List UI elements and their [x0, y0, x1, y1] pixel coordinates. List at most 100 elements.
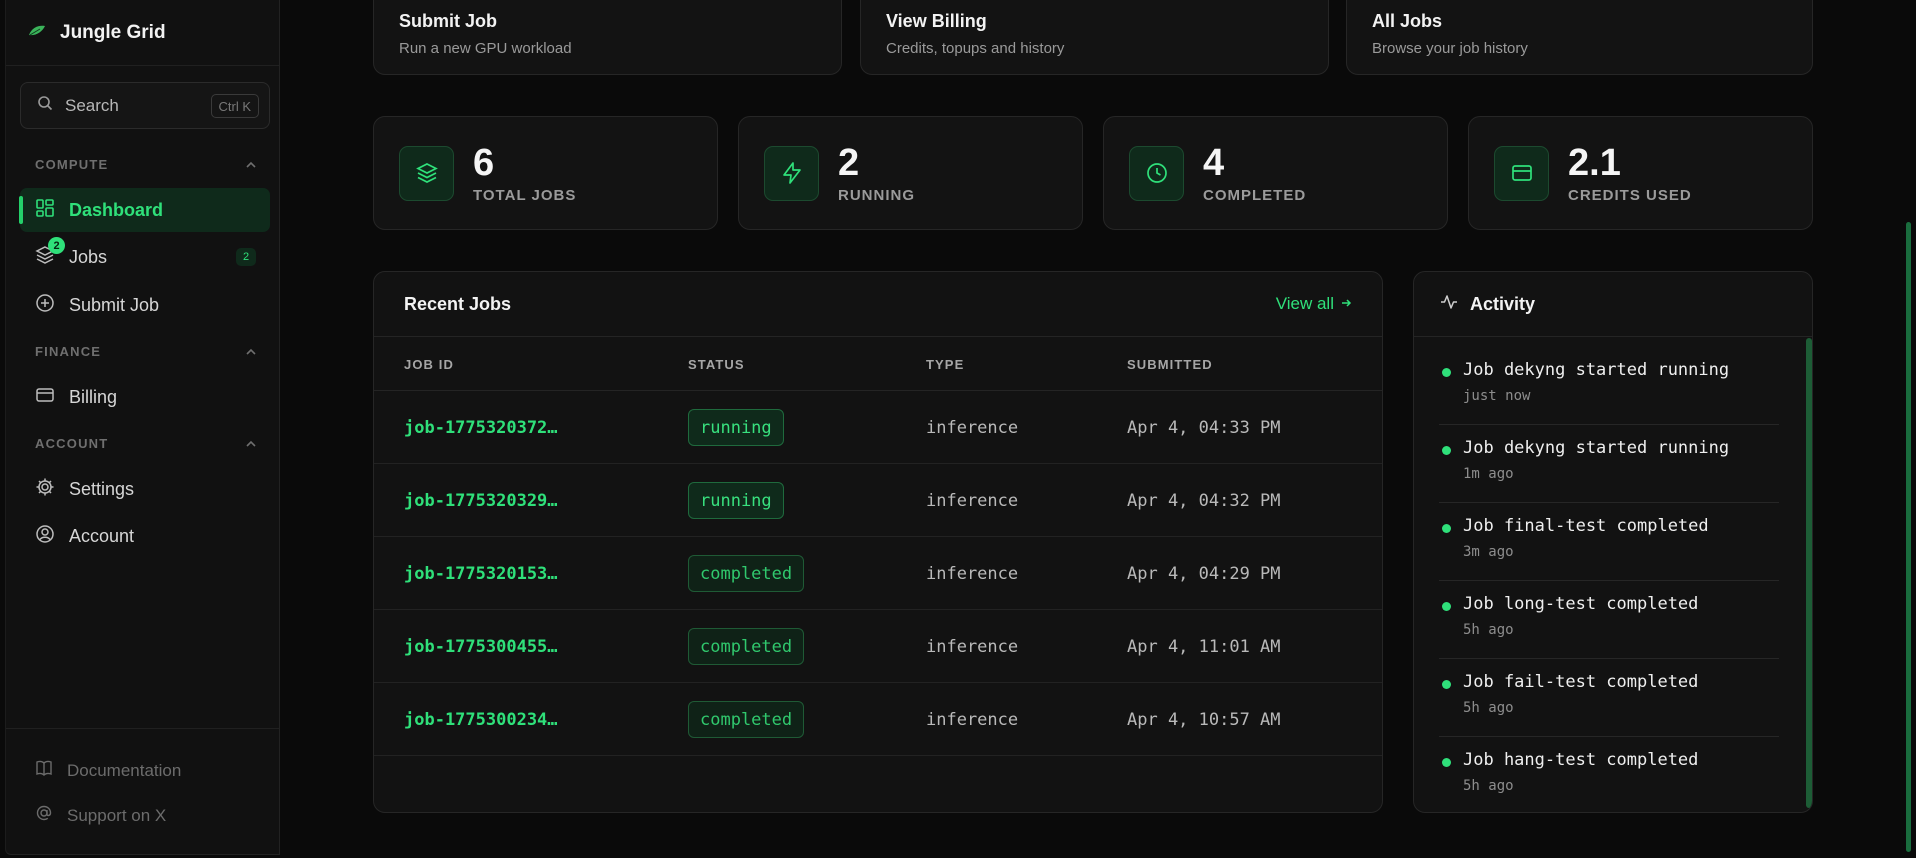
column-header[interactable]: TYPE [926, 357, 964, 372]
section-title: COMPUTE [35, 157, 109, 172]
book-icon [35, 759, 53, 782]
leaf-logo-icon [28, 24, 46, 42]
job-submitted: Apr 4, 04:32 PM [1127, 491, 1281, 511]
quick-action-subtitle: Browse your job history [1372, 40, 1528, 57]
brand[interactable]: Jungle Grid [6, 0, 279, 66]
job-type: inference [926, 418, 1019, 438]
activity-text: Job final-test completed [1463, 516, 1709, 536]
job-submitted: Apr 4, 11:01 AM [1127, 637, 1281, 657]
activity-time: 1m ago [1463, 466, 1514, 482]
section-title: FINANCE [35, 344, 102, 359]
table-row[interactable]: job-1775300234… completed inference Apr … [374, 683, 1382, 756]
clock-icon [1129, 145, 1184, 201]
activity-time: 5h ago [1463, 622, 1514, 638]
status-badge: completed [688, 628, 805, 665]
status-dot [1442, 446, 1451, 455]
recent-jobs-header: Recent Jobs View all [374, 272, 1382, 337]
sidebar-item-label: Billing [69, 386, 118, 407]
activity-text: Job hang-test completed [1463, 750, 1699, 770]
table-row[interactable]: job-1775320372… running inference Apr 4,… [374, 391, 1382, 464]
sidebar-item-label: Dashboard [69, 199, 164, 220]
sidebar-item-submit-job[interactable]: Submit Job [20, 283, 270, 327]
sidebar-footer: Documentation Support on X [6, 728, 279, 825]
activity-time: 3m ago [1463, 544, 1514, 560]
stat-label: RUNNING [838, 186, 915, 204]
activity-text: Job long-test completed [1463, 594, 1699, 614]
job-submitted: Apr 4, 10:57 AM [1127, 710, 1281, 730]
sidebar-item-label: Submit Job [69, 294, 160, 315]
jobs-count-badge: 2 [236, 248, 256, 266]
sidebar-item-dashboard[interactable]: Dashboard [19, 188, 270, 232]
section-title: ACCOUNT [35, 436, 109, 451]
documentation-link[interactable]: Documentation [35, 759, 181, 782]
plus-circle-icon [35, 293, 55, 318]
job-submitted: Apr 4, 04:33 PM [1127, 418, 1281, 438]
card-icon [1494, 145, 1549, 201]
quick-action-subtitle: Run a new GPU workload [399, 40, 572, 57]
job-id-link[interactable]: job-1775320329… [404, 491, 558, 511]
column-header[interactable]: JOB ID [404, 357, 454, 372]
table-row[interactable]: job-1775320153… completed inference Apr … [374, 537, 1382, 610]
stat-label: TOTAL JOBS [473, 186, 577, 204]
support-on-x-link[interactable]: Support on X [35, 804, 166, 827]
documentation-label: Documentation [67, 760, 182, 780]
search-input[interactable]: Search Ctrl K [20, 82, 270, 129]
job-type: inference [926, 564, 1019, 584]
activity-item: Job long-test completed 5h ago [1439, 581, 1779, 659]
activity-scrollbar[interactable] [1806, 338, 1812, 808]
activity-item: Job fail-test completed 5h ago [1439, 659, 1779, 737]
column-header[interactable]: STATUS [688, 357, 745, 372]
jobs-notification-badge: 2 [48, 237, 65, 254]
view-all-label: View all [1275, 294, 1334, 313]
stat-value: 2 [838, 141, 860, 184]
section-compute[interactable]: COMPUTE [35, 157, 257, 172]
sidebar-item-label: Account [69, 525, 135, 546]
stat-value: 2.1 [1568, 141, 1621, 184]
quick-action-title: View Billing [886, 11, 987, 31]
section-account[interactable]: ACCOUNT [35, 436, 257, 451]
chevron-up-icon [245, 344, 257, 359]
table-row[interactable]: job-1775320329… running inference Apr 4,… [374, 464, 1382, 537]
job-id-link[interactable]: job-1775300234… [404, 710, 558, 730]
dashboard-icon [35, 198, 55, 223]
table-row[interactable]: job-1775300455… completed inference Apr … [374, 610, 1382, 683]
sidebar-item-jobs[interactable]: 2 Jobs 2 [20, 235, 270, 279]
table-header: JOB ID STATUS TYPE SUBMITTED [374, 337, 1382, 391]
user-circle-icon [35, 524, 55, 549]
activity-header: Activity [1414, 272, 1812, 337]
quick-action-title: All Jobs [1372, 11, 1443, 31]
activity-text: Job fail-test completed [1463, 672, 1699, 692]
chevron-up-icon [245, 436, 257, 451]
sidebar-item-settings[interactable]: Settings [20, 467, 270, 511]
sidebar-item-billing[interactable]: Billing [20, 375, 270, 419]
stat-value: 6 [473, 141, 495, 184]
job-submitted: Apr 4, 04:29 PM [1127, 564, 1281, 584]
sidebar-item-account[interactable]: Account [20, 514, 270, 558]
quick-action-title: Submit Job [399, 11, 497, 31]
stat-card-running: 2 RUNNING [738, 116, 1083, 230]
panel-title: Activity [1470, 293, 1536, 314]
quick-action-submit-job[interactable]: Submit Job Run a new GPU workload [373, 0, 842, 75]
view-all-link[interactable]: View all [1276, 294, 1352, 314]
page-scrollbar[interactable] [1906, 222, 1911, 852]
activity-item: Job final-test completed 3m ago [1439, 503, 1779, 581]
job-id-link[interactable]: job-1775320153… [404, 564, 558, 584]
sidebar-item-label: Jobs [69, 246, 108, 267]
activity-time: 5h ago [1463, 778, 1514, 794]
quick-action-all-jobs[interactable]: All Jobs Browse your job history [1346, 0, 1813, 75]
column-header[interactable]: SUBMITTED [1127, 357, 1213, 372]
status-dot [1442, 758, 1451, 767]
stat-label: CREDITS USED [1568, 186, 1692, 204]
stat-value: 4 [1203, 141, 1225, 184]
panel-title: Recent Jobs [404, 293, 512, 314]
section-finance[interactable]: FINANCE [35, 344, 257, 359]
quick-action-view-billing[interactable]: View Billing Credits, topups and history [860, 0, 1329, 75]
stat-card-credits-used: 2.1 CREDITS USED [1468, 116, 1813, 230]
status-badge: running [688, 409, 784, 446]
search-shortcut: Ctrl K [210, 94, 259, 118]
gear-icon [35, 477, 55, 502]
job-id-link[interactable]: job-1775320372… [404, 418, 558, 438]
at-icon [35, 804, 53, 827]
activity-item: Job dekyng started running just now [1439, 347, 1779, 425]
job-id-link[interactable]: job-1775300455… [404, 637, 558, 657]
